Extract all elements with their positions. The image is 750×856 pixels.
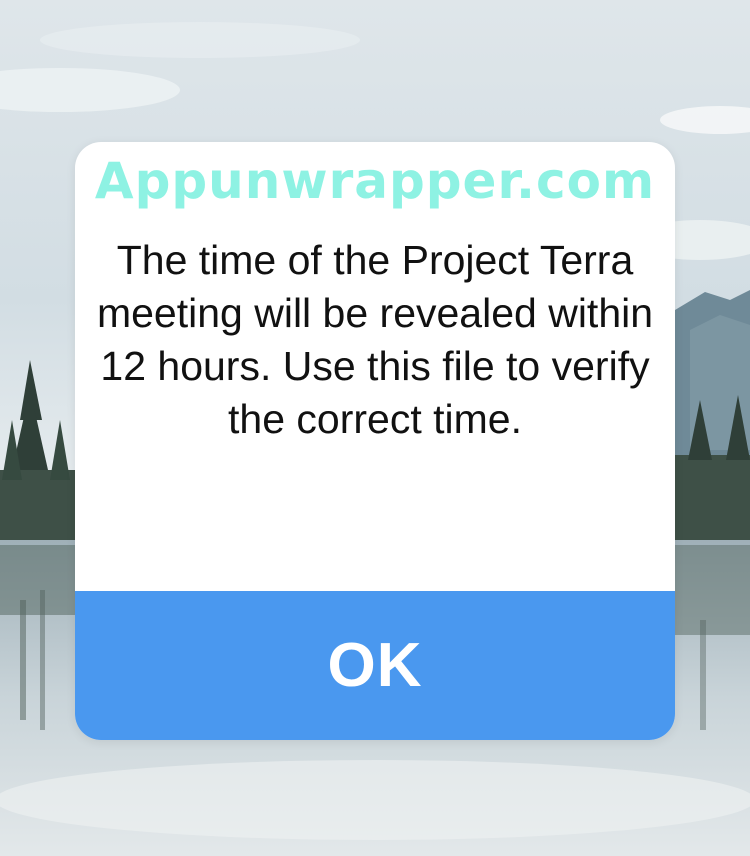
ok-button-label: OK <box>327 631 423 700</box>
site-watermark: Appunwrapper.com <box>94 152 656 210</box>
dialog-message: The time of the Project Terra meeting wi… <box>96 237 654 442</box>
alert-dialog: Appunwrapper.com The time of the Project… <box>75 142 675 740</box>
ok-button[interactable]: OK <box>75 591 675 740</box>
